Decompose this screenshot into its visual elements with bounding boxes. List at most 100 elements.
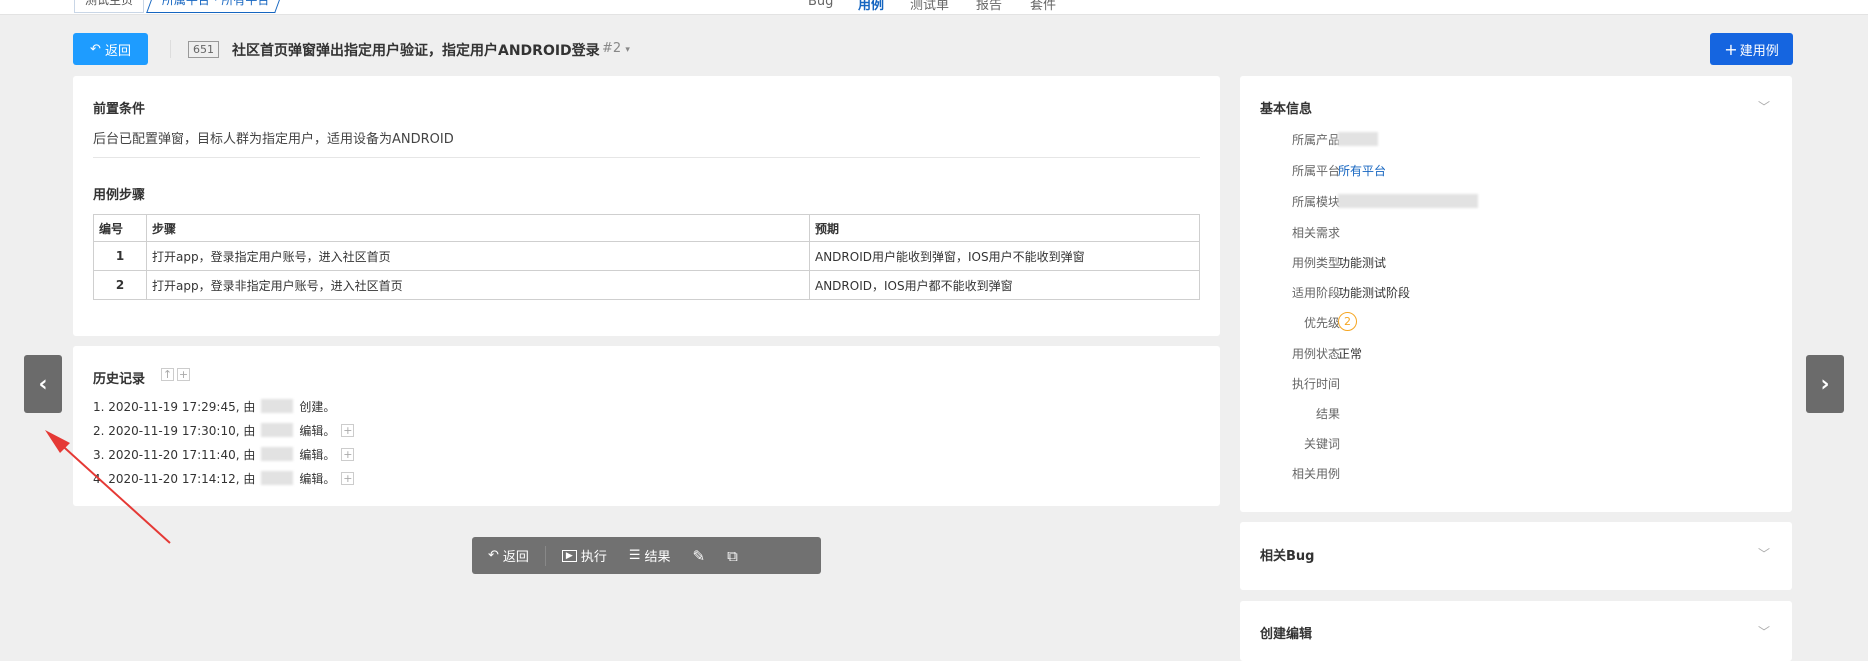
chevron-down-icon[interactable]: ﹀ xyxy=(1758,98,1770,115)
expand-change-icon[interactable]: + xyxy=(341,423,355,437)
version-label: #2 xyxy=(602,41,622,56)
tab-testtask[interactable]: 测试单 xyxy=(910,0,949,13)
toolbar-divider xyxy=(544,545,546,566)
steps-header-row: 编号 步骤 预期 xyxy=(93,214,1200,242)
caret-down-icon: ▾ xyxy=(625,45,630,55)
copy-icon[interactable]: ⧉ xyxy=(727,547,738,565)
chevron-down-icon[interactable]: ﹀ xyxy=(1758,623,1770,640)
expand-change-icon[interactable]: + xyxy=(341,471,355,485)
col-expect: 预期 xyxy=(809,214,1200,242)
col-step: 步骤 xyxy=(146,214,810,242)
history-item: 3. 2020-11-20 17:11:40, 由 编辑。 + xyxy=(93,442,355,466)
history-item-time: 4. 2020-11-20 17:14:12, 由 xyxy=(93,471,256,486)
prev-case-button[interactable]: ‹ xyxy=(24,355,62,413)
tab-bug[interactable]: Bug xyxy=(808,0,833,9)
precondition-title: 前置条件 xyxy=(93,102,146,117)
redacted-value xyxy=(1338,193,1478,208)
precondition-text: 后台已配置弹窗，目标人群为指定用户，适用设备为ANDROID xyxy=(93,132,454,147)
table-row: 1 打开app，登录指定用户账号，进入社区首页 ANDROID用户能收到弹窗，I… xyxy=(93,241,1200,271)
info-row-keywords: 关键词 xyxy=(1240,435,1792,465)
info-row-status: 用例状态 正常 xyxy=(1240,345,1792,375)
history-item: 4. 2020-11-20 17:14:12, 由 编辑。 + xyxy=(93,466,355,490)
run-label: 执行 xyxy=(580,550,607,565)
next-case-button[interactable]: › xyxy=(1806,355,1844,413)
history-item-action: 编辑。 xyxy=(299,423,336,438)
history-item-action: 编辑。 xyxy=(299,447,336,462)
action-toolbar: ↶ 返回 ▶ 执行 ☰ 结果 ✎ ⧉ xyxy=(472,537,821,574)
breadcrumb-home[interactable]: 测试主页 xyxy=(74,0,145,13)
history-item: 1. 2020-11-19 17:29:45, 由 创建。 xyxy=(93,394,354,418)
info-label: 用例类型 xyxy=(1291,256,1340,270)
basic-info-card: 基本信息 ﹀ 所属产品 所属平台 所有平台 所属模块 相关需求 用例类型 功能测… xyxy=(1240,76,1792,512)
info-row-priority: 优先级 2 xyxy=(1240,312,1792,344)
history-item-action: 创建。 xyxy=(299,399,336,414)
history-list: 1. 2020-11-19 17:29:45, 由 创建。 2. 2020-11… xyxy=(93,394,355,490)
edit-icon[interactable]: ✎ xyxy=(693,547,706,565)
list-icon: ☰ xyxy=(628,548,641,563)
result-button[interactable]: ☰ 结果 xyxy=(629,546,671,565)
version-selector[interactable]: #2 ▾ xyxy=(602,41,630,56)
step-number: 2 xyxy=(93,270,147,300)
create-edit-title: 创建编辑 xyxy=(1260,627,1313,642)
chevron-left-icon: ‹ xyxy=(38,371,48,397)
redacted-value xyxy=(1338,131,1378,146)
tab-suite[interactable]: 套件 xyxy=(1030,0,1056,13)
header-divider xyxy=(170,40,171,58)
step-expect: ANDROID用户能收到弹窗，IOS用户不能收到弹窗 xyxy=(809,241,1200,271)
info-row-related: 相关用例 xyxy=(1240,465,1792,495)
chevron-down-icon[interactable]: ﹀ xyxy=(1758,545,1770,562)
info-label: 所属产品 xyxy=(1291,133,1340,147)
step-expect: ANDROID，IOS用户都不能收到弹窗 xyxy=(809,270,1200,300)
new-case-button[interactable]: + 建用例 xyxy=(1710,33,1793,65)
info-label: 优先级 xyxy=(1303,316,1340,330)
result-label: 结果 xyxy=(644,550,671,565)
related-bug-title: 相关Bug xyxy=(1260,549,1315,564)
undo-icon: ↶ xyxy=(488,548,499,563)
expand-change-icon[interactable]: + xyxy=(341,447,355,461)
history-item-action: 编辑。 xyxy=(299,471,336,486)
chevron-right-icon: › xyxy=(1820,371,1830,397)
page-title: 社区首页弹窗弹出指定用户验证，指定用户ANDROID登录 xyxy=(232,43,600,59)
platform-link[interactable]: 所有平台 xyxy=(1338,162,1386,179)
info-label: 相关用例 xyxy=(1291,467,1340,481)
col-number: 编号 xyxy=(93,214,147,242)
history-card: 历史记录 ↑ + 1. 2020-11-19 17:29:45, 由 创建。 2… xyxy=(73,346,1220,506)
step-text: 打开app，登录非指定用户账号，进入社区首页 xyxy=(146,270,810,300)
priority-badge: 2 xyxy=(1338,312,1357,331)
redacted-user xyxy=(261,447,294,461)
tab-cases[interactable]: 用例 xyxy=(858,0,884,13)
case-id-badge: 651 xyxy=(188,41,219,58)
info-label: 执行时间 xyxy=(1291,377,1340,391)
breadcrumb-platform[interactable]: 所属平台 · 所有平台 xyxy=(146,0,284,13)
back-button-label: 返回 xyxy=(104,43,131,59)
history-controls: ↑ + xyxy=(161,368,190,381)
tab-report[interactable]: 报告 xyxy=(976,0,1002,13)
case-detail-card: 前置条件 后台已配置弹窗，目标人群为指定用户，适用设备为ANDROID 用例步骤… xyxy=(73,76,1220,336)
sort-up-icon[interactable]: ↑ xyxy=(161,368,174,381)
history-item-time: 3. 2020-11-20 17:11:40, 由 xyxy=(93,447,256,462)
info-value: 功能测试 xyxy=(1338,256,1387,270)
info-label: 用例状态 xyxy=(1291,347,1340,361)
back-button[interactable]: ↶ 返回 xyxy=(73,33,148,65)
history-item: 2. 2020-11-19 17:30:10, 由 编辑。 + xyxy=(93,418,355,442)
top-nav-bar: 测试主页 所属平台 · 所有平台 Bug 用例 测试单 报告 套件 xyxy=(0,0,1868,15)
steps-table: 编号 步骤 预期 1 打开app，登录指定用户账号，进入社区首页 ANDROID… xyxy=(93,214,1200,300)
info-row-product: 所属产品 xyxy=(1240,131,1792,161)
history-item-time: 1. 2020-11-19 17:29:45, 由 xyxy=(93,399,256,414)
history-title: 历史记录 xyxy=(93,372,146,387)
step-number: 1 xyxy=(93,241,147,271)
basic-info-title: 基本信息 xyxy=(1260,102,1313,117)
table-row: 2 打开app，登录非指定用户账号，进入社区首页 ANDROID，IOS用户都不… xyxy=(93,270,1200,300)
toolbar-back-button[interactable]: ↶ 返回 xyxy=(488,546,529,565)
history-item-time: 2. 2020-11-19 17:30:10, 由 xyxy=(93,423,256,438)
section-divider xyxy=(93,157,1200,158)
expand-all-icon[interactable]: + xyxy=(177,368,190,381)
related-bug-card: 相关Bug ﹀ xyxy=(1240,522,1792,590)
info-value: 正常 xyxy=(1338,347,1363,361)
info-row-module: 所属模块 xyxy=(1240,193,1792,223)
step-text: 打开app，登录指定用户账号，进入社区首页 xyxy=(146,241,810,271)
info-label: 结果 xyxy=(1315,407,1340,421)
run-button[interactable]: ▶ 执行 xyxy=(561,546,607,565)
info-row-type: 用例类型 功能测试 xyxy=(1240,254,1792,284)
info-row-story: 相关需求 xyxy=(1240,224,1792,254)
